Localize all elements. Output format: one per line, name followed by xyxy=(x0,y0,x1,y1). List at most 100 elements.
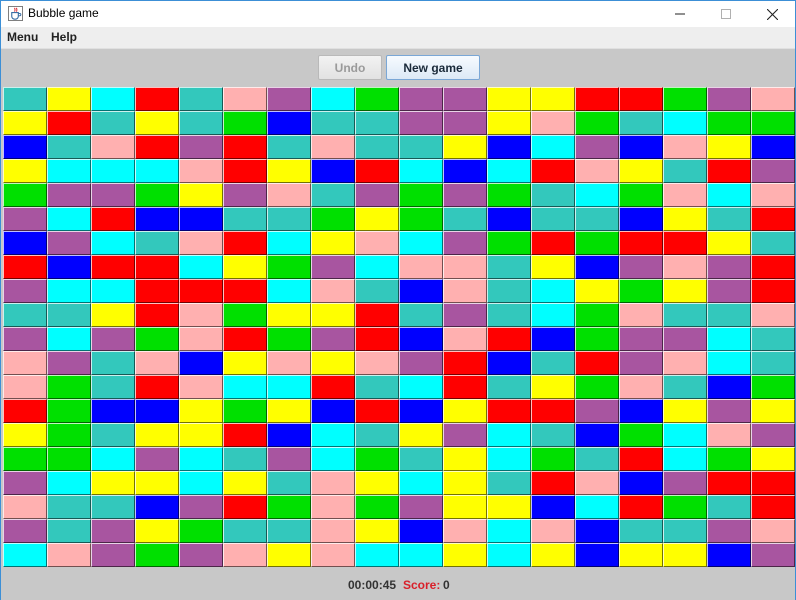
bubble-cell[interactable] xyxy=(751,207,795,231)
bubble-cell[interactable] xyxy=(179,543,223,567)
bubble-cell[interactable] xyxy=(3,399,47,423)
bubble-cell[interactable] xyxy=(751,279,795,303)
bubble-cell[interactable] xyxy=(487,543,531,567)
bubble-cell[interactable] xyxy=(223,351,267,375)
bubble-cell[interactable] xyxy=(575,87,619,111)
title-bar[interactable]: Bubble game xyxy=(1,1,795,27)
bubble-cell[interactable] xyxy=(575,279,619,303)
undo-button[interactable]: Undo xyxy=(318,55,382,80)
bubble-cell[interactable] xyxy=(443,327,487,351)
bubble-cell[interactable] xyxy=(267,399,311,423)
bubble-cell[interactable] xyxy=(3,87,47,111)
bubble-cell[interactable] xyxy=(575,207,619,231)
bubble-cell[interactable] xyxy=(663,375,707,399)
bubble-cell[interactable] xyxy=(663,87,707,111)
bubble-cell[interactable] xyxy=(575,135,619,159)
bubble-cell[interactable] xyxy=(619,543,663,567)
menu-help[interactable]: Help xyxy=(51,30,77,44)
bubble-cell[interactable] xyxy=(179,159,223,183)
bubble-cell[interactable] xyxy=(3,135,47,159)
bubble-cell[interactable] xyxy=(619,135,663,159)
bubble-cell[interactable] xyxy=(663,279,707,303)
bubble-cell[interactable] xyxy=(443,351,487,375)
bubble-cell[interactable] xyxy=(179,399,223,423)
bubble-cell[interactable] xyxy=(487,519,531,543)
bubble-cell[interactable] xyxy=(135,423,179,447)
bubble-cell[interactable] xyxy=(3,183,47,207)
bubble-cell[interactable] xyxy=(663,423,707,447)
bubble-cell[interactable] xyxy=(399,351,443,375)
bubble-cell[interactable] xyxy=(3,303,47,327)
minimize-button[interactable] xyxy=(657,1,703,27)
bubble-cell[interactable] xyxy=(91,471,135,495)
bubble-cell[interactable] xyxy=(47,423,91,447)
bubble-cell[interactable] xyxy=(91,135,135,159)
bubble-cell[interactable] xyxy=(575,519,619,543)
bubble-cell[interactable] xyxy=(3,159,47,183)
bubble-cell[interactable] xyxy=(179,519,223,543)
bubble-cell[interactable] xyxy=(179,351,223,375)
bubble-cell[interactable] xyxy=(487,231,531,255)
bubble-cell[interactable] xyxy=(487,207,531,231)
bubble-cell[interactable] xyxy=(223,135,267,159)
bubble-cell[interactable] xyxy=(531,135,575,159)
bubble-cell[interactable] xyxy=(575,447,619,471)
bubble-cell[interactable] xyxy=(135,519,179,543)
bubble-cell[interactable] xyxy=(47,183,91,207)
bubble-cell[interactable] xyxy=(751,399,795,423)
bubble-cell[interactable] xyxy=(751,111,795,135)
bubble-cell[interactable] xyxy=(619,327,663,351)
bubble-cell[interactable] xyxy=(3,351,47,375)
bubble-cell[interactable] xyxy=(443,447,487,471)
bubble-cell[interactable] xyxy=(3,543,47,567)
bubble-cell[interactable] xyxy=(707,111,751,135)
bubble-cell[interactable] xyxy=(575,351,619,375)
bubble-cell[interactable] xyxy=(267,495,311,519)
bubble-cell[interactable] xyxy=(91,447,135,471)
bubble-cell[interactable] xyxy=(663,255,707,279)
bubble-cell[interactable] xyxy=(47,135,91,159)
bubble-cell[interactable] xyxy=(3,231,47,255)
bubble-cell[interactable] xyxy=(355,183,399,207)
bubble-cell[interactable] xyxy=(487,447,531,471)
bubble-cell[interactable] xyxy=(267,87,311,111)
bubble-cell[interactable] xyxy=(3,111,47,135)
bubble-cell[interactable] xyxy=(311,423,355,447)
bubble-cell[interactable] xyxy=(91,207,135,231)
bubble-cell[interactable] xyxy=(487,87,531,111)
bubble-cell[interactable] xyxy=(3,471,47,495)
bubble-cell[interactable] xyxy=(179,207,223,231)
bubble-cell[interactable] xyxy=(531,471,575,495)
bubble-cell[interactable] xyxy=(663,303,707,327)
bubble-cell[interactable] xyxy=(223,327,267,351)
bubble-cell[interactable] xyxy=(267,135,311,159)
bubble-cell[interactable] xyxy=(135,399,179,423)
bubble-cell[interactable] xyxy=(619,399,663,423)
bubble-cell[interactable] xyxy=(311,495,355,519)
bubble-cell[interactable] xyxy=(575,495,619,519)
bubble-cell[interactable] xyxy=(575,327,619,351)
bubble-cell[interactable] xyxy=(3,255,47,279)
bubble-cell[interactable] xyxy=(135,183,179,207)
bubble-cell[interactable] xyxy=(135,327,179,351)
bubble-cell[interactable] xyxy=(443,303,487,327)
bubble-cell[interactable] xyxy=(707,159,751,183)
bubble-cell[interactable] xyxy=(355,327,399,351)
bubble-cell[interactable] xyxy=(267,255,311,279)
bubble-cell[interactable] xyxy=(619,495,663,519)
bubble-cell[interactable] xyxy=(399,399,443,423)
bubble-cell[interactable] xyxy=(179,183,223,207)
bubble-cell[interactable] xyxy=(355,495,399,519)
bubble-cell[interactable] xyxy=(355,471,399,495)
bubble-cell[interactable] xyxy=(663,471,707,495)
bubble-cell[interactable] xyxy=(223,255,267,279)
bubble-cell[interactable] xyxy=(531,303,575,327)
bubble-cell[interactable] xyxy=(443,471,487,495)
bubble-cell[interactable] xyxy=(47,447,91,471)
bubble-cell[interactable] xyxy=(663,447,707,471)
bubble-cell[interactable] xyxy=(575,303,619,327)
bubble-cell[interactable] xyxy=(223,471,267,495)
bubble-cell[interactable] xyxy=(663,159,707,183)
bubble-cell[interactable] xyxy=(179,327,223,351)
bubble-cell[interactable] xyxy=(267,159,311,183)
